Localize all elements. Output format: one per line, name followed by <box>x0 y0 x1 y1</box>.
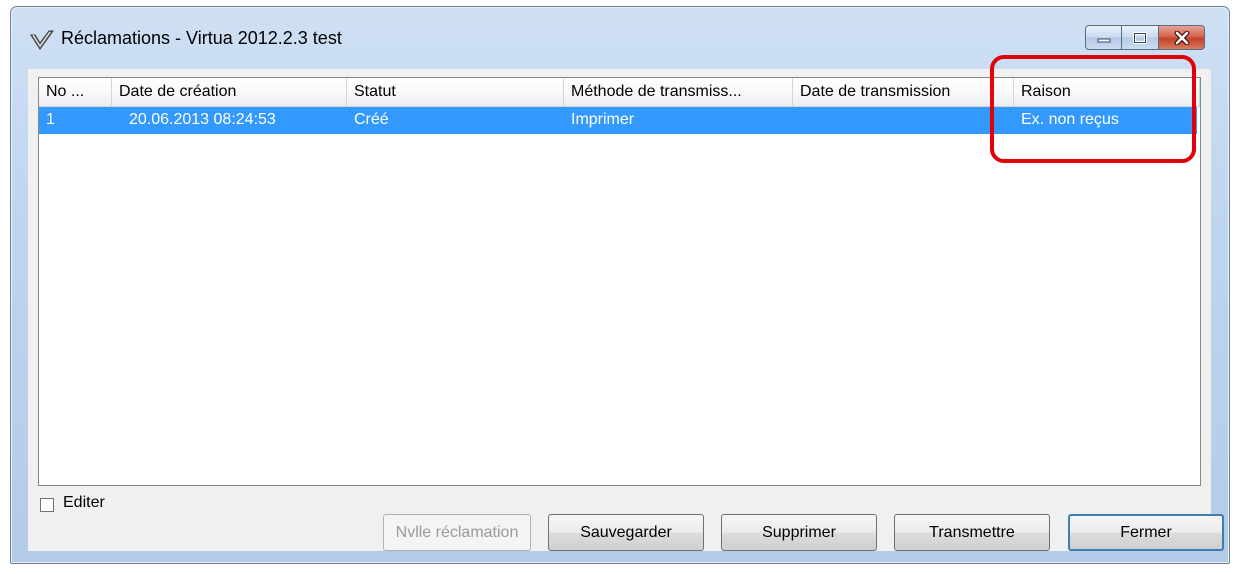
virtua-check-icon <box>30 30 54 50</box>
save-button[interactable]: Sauvegarder <box>548 514 704 551</box>
new-claim-button[interactable]: Nvlle réclamation <box>383 514 531 551</box>
close-window-button[interactable] <box>1159 25 1205 50</box>
transmit-button[interactable]: Transmettre <box>894 514 1050 551</box>
cell-no: 1 <box>46 111 55 128</box>
maximize-icon <box>1133 31 1147 44</box>
close-icon <box>1174 30 1189 45</box>
column-header-date-transmission[interactable]: Date de transmission <box>793 78 1014 106</box>
minimize-button[interactable] <box>1085 25 1122 50</box>
edit-checkbox-label[interactable]: Editer <box>63 494 105 512</box>
minimize-icon <box>1097 38 1110 42</box>
maximize-button[interactable] <box>1122 25 1159 50</box>
column-header-date-creation[interactable]: Date de création <box>112 78 347 106</box>
cell-statut: Créé <box>354 111 389 128</box>
window-title: Réclamations - Virtua 2012.2.3 test <box>61 28 342 48</box>
column-header-no[interactable]: No ... <box>39 78 112 106</box>
cell-date-transmission <box>793 107 1014 134</box>
close-button[interactable]: Fermer <box>1068 514 1224 551</box>
delete-button[interactable]: Supprimer <box>721 514 877 551</box>
cell-methode: Imprimer <box>571 111 635 128</box>
column-header-statut[interactable]: Statut <box>347 78 564 106</box>
caption-buttons <box>1085 25 1205 50</box>
column-header-methode[interactable]: Méthode de transmiss... <box>564 78 793 106</box>
cell-date-creation: 20.06.2013 08:24:53 <box>129 111 276 128</box>
edit-checkbox[interactable] <box>40 498 54 512</box>
annotation-highlight-box <box>990 55 1196 163</box>
